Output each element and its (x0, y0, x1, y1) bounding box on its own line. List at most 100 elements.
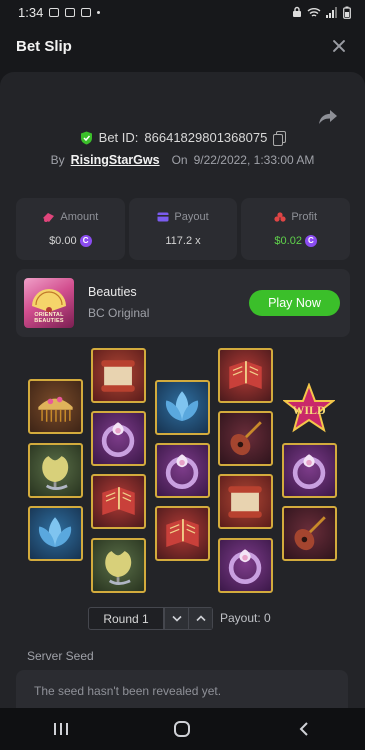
pipa-lute-icon (230, 421, 262, 456)
pipa-symbol-tile (282, 506, 337, 561)
chevron-down-icon (171, 615, 182, 622)
ginkgo-icon (42, 456, 69, 490)
notification-icon (49, 7, 60, 17)
lotus-symbol-tile (155, 380, 210, 435)
payout-label: Payout (174, 211, 209, 223)
book-symbol-tile (155, 506, 210, 561)
coin-icon: C (79, 235, 92, 247)
verified-shield-icon (80, 131, 92, 144)
back-button[interactable] (284, 714, 324, 744)
payout-icon (157, 212, 169, 222)
pearl-ring-symbol-tile (155, 443, 210, 498)
game-thumb-text: ORIENTAL BEAUTIES (34, 312, 64, 324)
close-icon[interactable] (329, 36, 349, 56)
comb-symbol-tile (28, 379, 83, 434)
more-notifications-icon (97, 10, 101, 14)
book-icon (166, 519, 199, 547)
page-title: Bet Slip (16, 37, 72, 55)
payout-label-row: Payout (157, 211, 209, 223)
lotus-icon (165, 391, 199, 421)
amount-label: Amount (60, 211, 99, 223)
round-payout: Payout: 0 (220, 611, 271, 625)
scroll-icon (228, 486, 262, 518)
pearl-ring-icon (292, 454, 326, 490)
share-icon[interactable] (317, 106, 339, 128)
bet-date: 9/22/2022, 1:33:00 AM (193, 153, 315, 167)
home-icon (174, 721, 191, 737)
game-thumbnail[interactable]: ORIENTAL BEAUTIES (24, 278, 74, 328)
header: Bet Slip (0, 26, 365, 66)
book-symbol-tile (218, 348, 273, 403)
game-card: ORIENTAL BEAUTIES Beauties BC Original P… (16, 269, 350, 337)
pipa-symbol-tile (218, 411, 273, 466)
round-down-button[interactable] (164, 608, 188, 629)
status-time: 1:34 (18, 4, 44, 20)
back-icon (299, 722, 308, 736)
pearl-ring-icon (165, 454, 199, 490)
book-icon (229, 361, 262, 389)
system-nav-bar (0, 708, 365, 750)
gallery-icon (65, 7, 76, 17)
game-subtitle: BC Original (88, 306, 150, 320)
lotus-symbol-tile (28, 506, 83, 561)
copy-icon[interactable] (273, 131, 287, 146)
server-seed-box: The seed hasn't been revealed yet. (16, 670, 348, 712)
comb-icon (38, 396, 73, 422)
status-left: 1:34 (18, 4, 101, 20)
payout-value: 117.2 x (165, 235, 201, 247)
recent-apps-button[interactable] (41, 714, 81, 744)
pearl-ring-icon (101, 422, 135, 458)
amount-card: Amount $0.00 C (16, 198, 125, 260)
bet-author-row: By RisingStarGws On 9/22/2022, 1:33:00 A… (0, 153, 365, 167)
server-seed-label: Server Seed (27, 649, 94, 663)
profit-icon (274, 211, 286, 222)
game-name: Beauties (88, 285, 137, 299)
bet-id-row: Bet ID: 86641829801368075 (0, 130, 365, 146)
bet-id-label: Bet ID: (98, 130, 139, 145)
payout-value-row: 117.2 x (165, 235, 200, 247)
wifi-icon (307, 7, 321, 17)
scroll-icon (101, 360, 135, 392)
round-selector: Round 1 (88, 607, 213, 630)
battery-icon (343, 6, 351, 19)
status-right (292, 6, 351, 19)
pearl-ring-symbol-tile (218, 538, 273, 593)
lock-icon (293, 6, 301, 17)
home-button[interactable] (162, 714, 202, 744)
on-label: On (171, 153, 188, 167)
profit-value-row: $0.02 C (274, 235, 317, 247)
bet-stats: Amount $0.00 C Payout 117.2 x Profit $0.… (16, 198, 351, 260)
amount-value-row: $0.00 C (49, 235, 92, 247)
round-label[interactable]: Round 1 (89, 608, 164, 629)
profit-card: Profit $0.02 C (241, 198, 351, 260)
book-symbol-tile (91, 474, 146, 529)
pipa-lute-icon (294, 516, 326, 551)
lotus-icon (38, 517, 72, 547)
play-now-button[interactable]: Play Now (249, 290, 340, 316)
user-link[interactable]: RisingStarGws (71, 153, 160, 167)
ginkgo-symbol-tile (91, 538, 146, 593)
coin-icon: C (304, 235, 317, 247)
app-icon (81, 7, 92, 17)
bet-id-value: 86641829801368075 (144, 130, 268, 145)
book-icon (102, 487, 135, 515)
by-label: By (50, 153, 65, 167)
scroll-symbol-tile (91, 348, 146, 403)
signal-icon (326, 6, 337, 18)
pearl-ring-symbol-tile (91, 411, 146, 466)
scroll-symbol-tile (218, 474, 273, 529)
profit-label-row: Profit (274, 211, 317, 223)
amount-label-row: Amount (42, 211, 98, 223)
pearl-ring-icon (228, 549, 262, 585)
profit-value: $0.02 (274, 235, 302, 247)
amount-value: $0.00 (49, 235, 77, 247)
chevron-up-icon (195, 615, 206, 622)
ginkgo-icon (105, 551, 132, 585)
payout-card: Payout 117.2 x (128, 198, 238, 260)
amount-icon (43, 212, 55, 222)
round-up-button[interactable] (188, 608, 212, 629)
ginkgo-symbol-tile (28, 443, 83, 498)
pearl-ring-symbol-tile (282, 443, 337, 498)
status-bar: 1:34 (0, 0, 365, 24)
recent-apps-icon (53, 723, 68, 735)
